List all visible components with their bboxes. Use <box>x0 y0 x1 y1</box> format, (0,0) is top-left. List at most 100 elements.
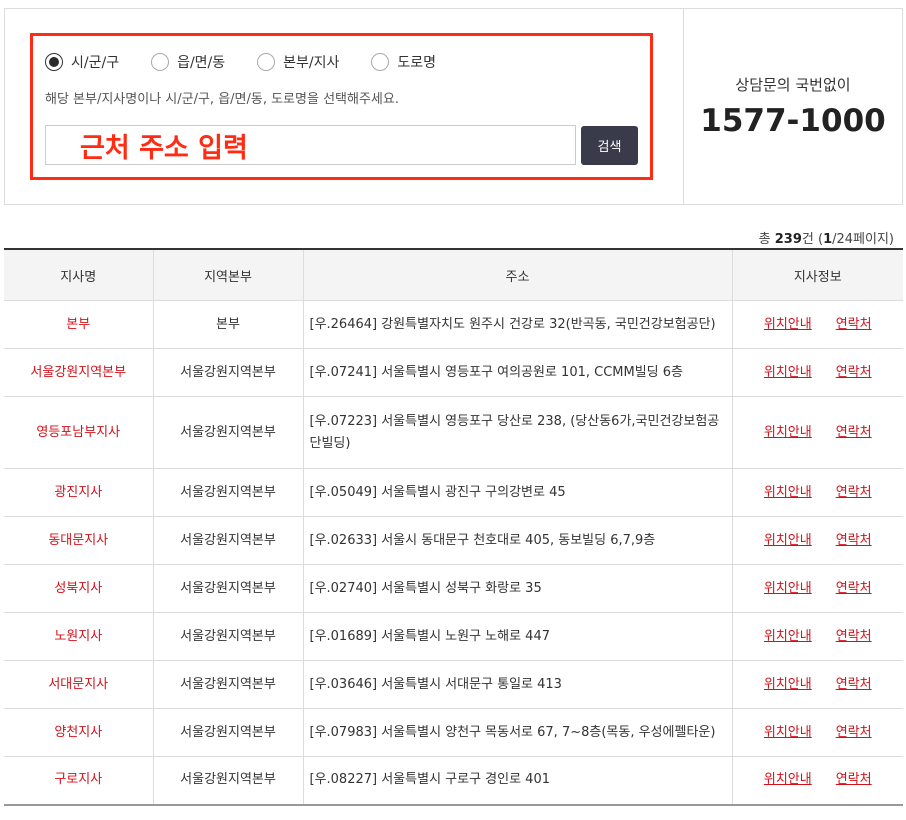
branch-search-panel: 시/군/구 읍/면/동 본부/지사 도로명 해당 본부/지사명이나 시/군/구,… <box>4 8 903 205</box>
region-name: 서울강원지역본부 <box>152 756 303 806</box>
contact-link[interactable]: 연락처 <box>836 581 872 596</box>
table-row: 동대문지사 서울강원지역본부 [우.02633] 서울시 동대문구 천호대로 405… <box>4 516 903 565</box>
column-header-region: 지역본부 <box>152 249 303 301</box>
table-row: 영등포남부지사 서울강원지역본부 [우.07223] 서울특별시 영등포구 당산로 … <box>4 396 903 469</box>
radio-label: 본부/지사 <box>283 55 340 71</box>
contact-link[interactable]: 연락처 <box>836 677 872 692</box>
radio-eupmyeondong[interactable]: 읍/면/동 <box>151 52 225 72</box>
search-button[interactable]: 검색 <box>581 126 638 165</box>
location-link[interactable]: 위치안내 <box>764 365 812 380</box>
result-count: 총 239건 (1/24페이지) <box>759 228 894 247</box>
branch-info-links: 위치안내 연락처 <box>731 348 903 397</box>
branch-name: 서울강원지역본부 <box>4 348 153 397</box>
radio-button-icon[interactable] <box>257 53 276 71</box>
contact-link[interactable]: 연락처 <box>836 365 872 380</box>
contact-info: 상담문의 국번없이 1577-1000 <box>683 9 902 204</box>
branch-address: [우.03646] 서울특별시 서대문구 통일로 413 <box>302 660 732 709</box>
branch-address: [우.07983] 서울특별시 양천구 목동서로 67, 7~8층(목동, 우성… <box>302 708 732 757</box>
location-link[interactable]: 위치안내 <box>764 581 812 596</box>
table-row: 양천지사 서울강원지역본부 [우.07983] 서울특별시 양천구 목동서로 67,… <box>4 708 903 757</box>
radio-label: 시/군/구 <box>71 55 120 71</box>
branch-name: 노원지사 <box>4 612 153 661</box>
column-header-branch-name: 지사명 <box>4 249 153 301</box>
search-type-radio-group: 시/군/구 읍/면/동 본부/지사 도로명 <box>45 51 468 73</box>
branch-address: [우.02633] 서울시 동대문구 천호대로 405, 동보빌딩 6,7,9층 <box>302 516 732 565</box>
branch-name: 동대문지사 <box>4 516 153 565</box>
location-link[interactable]: 위치안내 <box>764 425 812 440</box>
branch-info-links: 위치안내 연락처 <box>731 708 903 757</box>
contact-link[interactable]: 연락처 <box>836 629 872 644</box>
branch-info-links: 위치안내 연락처 <box>731 612 903 661</box>
table-row: 광진지사 서울강원지역본부 [우.05049] 서울특별시 광진구 구의강변로 45… <box>4 468 903 517</box>
location-link[interactable]: 위치안내 <box>764 772 812 787</box>
location-link[interactable]: 위치안내 <box>764 725 812 740</box>
result-count-suffix: 건 ( <box>801 232 824 247</box>
branch-address: [우.07241] 서울특별시 영등포구 여의공원로 101, CCMM빌딩 6… <box>302 348 732 397</box>
branch-address: [우.02740] 서울특별시 성북구 화랑로 35 <box>302 564 732 613</box>
region-name: 서울강원지역본부 <box>152 348 303 397</box>
branch-name: 광진지사 <box>4 468 153 517</box>
branch-info-links: 위치안내 연락처 <box>731 300 903 349</box>
table-row: 노원지사 서울강원지역본부 [우.01689] 서울특별시 노원구 노해로 447 위… <box>4 612 903 661</box>
branch-address: [우.05049] 서울특별시 광진구 구의강변로 45 <box>302 468 732 517</box>
radio-branch[interactable]: 본부/지사 <box>257 52 339 72</box>
table-row: 본부 본부 [우.26464] 강원특별자치도 원주시 건강로 32(반곡동, 국민… <box>4 300 903 349</box>
branch-name: 양천지사 <box>4 708 153 757</box>
radio-button-icon[interactable] <box>45 53 63 71</box>
radio-sigungu[interactable]: 시/군/구 <box>45 52 119 72</box>
branch-info-links: 위치안내 연락처 <box>731 516 903 565</box>
radio-button-icon[interactable] <box>371 53 390 71</box>
contact-label: 상담문의 국번없이 <box>735 76 851 94</box>
branch-address: [우.07223] 서울특별시 영등포구 당산로 238, (당산동6가,국민건… <box>302 396 732 469</box>
location-link[interactable]: 위치안내 <box>764 533 812 548</box>
location-link[interactable]: 위치안내 <box>764 485 812 500</box>
branch-info-links: 위치안내 연락처 <box>731 756 903 806</box>
location-link[interactable]: 위치안내 <box>764 317 812 332</box>
branch-address: [우.01689] 서울특별시 노원구 노해로 447 <box>302 612 732 661</box>
region-name: 서울강원지역본부 <box>152 516 303 565</box>
branch-info-links: 위치안내 연락처 <box>731 396 903 469</box>
radio-label: 도로명 <box>397 55 437 71</box>
column-header-branch-info: 지사정보 <box>731 249 903 301</box>
table-row: 서울강원지역본부 서울강원지역본부 [우.07241] 서울특별시 영등포구 여의공… <box>4 348 903 397</box>
branch-info-links: 위치안내 연락처 <box>731 564 903 613</box>
branch-name: 본부 <box>4 300 153 349</box>
branch-table: 지사명 지역본부 주소 지사정보 본부 본부 [우.26464] 강원특별자치도 원… <box>4 248 903 806</box>
branch-name: 구로지사 <box>4 756 153 806</box>
region-name: 본부 <box>152 300 303 349</box>
contact-phone-number: 1577-1000 <box>700 103 886 139</box>
search-form-area: 시/군/구 읍/면/동 본부/지사 도로명 해당 본부/지사명이나 시/군/구,… <box>5 9 683 204</box>
table-row: 성북지사 서울강원지역본부 [우.02740] 서울특별시 성북구 화랑로 35 위치… <box>4 564 903 613</box>
branch-address: [우.08227] 서울특별시 구로구 경인로 401 <box>302 756 732 806</box>
branch-name: 영등포남부지사 <box>4 396 153 469</box>
location-link[interactable]: 위치안내 <box>764 677 812 692</box>
result-count-prefix: 총 <box>758 232 775 247</box>
contact-link[interactable]: 연락처 <box>836 533 872 548</box>
table-row: 서대문지사 서울강원지역본부 [우.03646] 서울특별시 서대문구 통일로 41… <box>4 660 903 709</box>
branch-info-links: 위치안내 연락처 <box>731 660 903 709</box>
region-name: 서울강원지역본부 <box>152 564 303 613</box>
region-name: 서울강원지역본부 <box>152 660 303 709</box>
contact-link[interactable]: 연락처 <box>836 317 872 332</box>
branch-name: 성북지사 <box>4 564 153 613</box>
radio-road-name[interactable]: 도로명 <box>371 52 436 72</box>
contact-link[interactable]: 연락처 <box>836 772 872 787</box>
region-name: 서울강원지역본부 <box>152 468 303 517</box>
contact-link[interactable]: 연락처 <box>836 725 872 740</box>
table-header-row: 지사명 지역본부 주소 지사정보 <box>4 249 903 301</box>
address-search-input[interactable] <box>45 125 576 165</box>
result-count-number: 239 <box>774 232 802 247</box>
total-pages: /24페이지) <box>832 232 894 247</box>
radio-label: 읍/면/동 <box>177 55 226 71</box>
location-link[interactable]: 위치안내 <box>764 629 812 644</box>
radio-button-icon[interactable] <box>151 53 170 71</box>
region-name: 서울강원지역본부 <box>152 612 303 661</box>
current-page: 1 <box>823 232 833 247</box>
region-name: 서울강원지역본부 <box>152 708 303 757</box>
contact-link[interactable]: 연락처 <box>836 425 872 440</box>
contact-link[interactable]: 연락처 <box>836 485 872 500</box>
region-name: 서울강원지역본부 <box>152 396 303 469</box>
branch-address: [우.26464] 강원특별자치도 원주시 건강로 32(반곡동, 국민건강보험… <box>302 300 732 349</box>
search-hint-text: 해당 본부/지사명이나 시/군/구, 읍/면/동, 도로명을 선택해주세요. <box>45 92 399 107</box>
branch-name: 서대문지사 <box>4 660 153 709</box>
